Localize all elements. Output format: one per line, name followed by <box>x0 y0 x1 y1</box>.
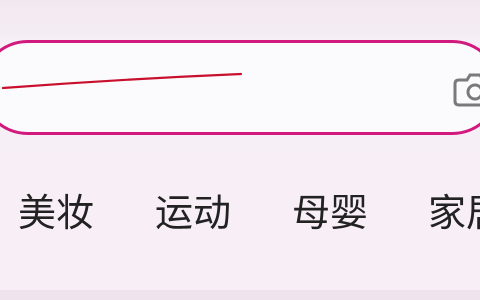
search-input[interactable] <box>13 63 397 115</box>
search-bar[interactable] <box>0 40 480 135</box>
category-item-baby[interactable]: 母婴 <box>292 188 368 238</box>
camera-icon[interactable] <box>453 71 480 107</box>
category-item-home[interactable]: 家居 <box>428 188 480 238</box>
top-strip <box>0 0 480 38</box>
category-item-sports[interactable]: 运动 <box>155 188 231 238</box>
category-item-makeup[interactable]: 美妆 <box>18 188 94 238</box>
divider <box>0 290 480 300</box>
